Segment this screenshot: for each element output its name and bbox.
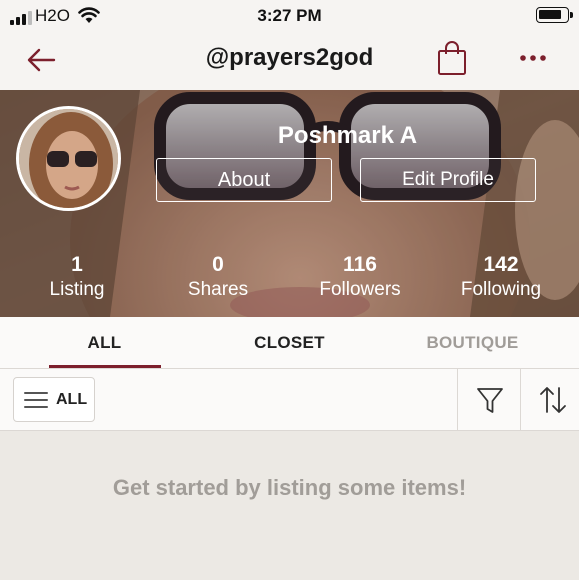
menu-icon xyxy=(24,391,48,408)
stat-value: 1 xyxy=(71,253,83,276)
stat-following[interactable]: 142 Following xyxy=(431,253,571,301)
all-filter-button[interactable]: ALL xyxy=(13,377,95,422)
filter-bar: ALL xyxy=(0,369,579,431)
stat-label: Following xyxy=(460,279,542,300)
battery-icon xyxy=(536,7,573,23)
stat-shares[interactable]: 0 Shares xyxy=(148,253,288,301)
tab-closet[interactable]: CLOSET xyxy=(193,317,386,369)
filter-icon[interactable] xyxy=(473,383,507,417)
about-button[interactable]: About xyxy=(156,158,332,202)
sort-icon[interactable] xyxy=(536,383,570,417)
tab-boutique[interactable]: BOUTIQUE xyxy=(376,317,569,369)
avatar[interactable] xyxy=(16,106,121,211)
tab-all[interactable]: ALL xyxy=(8,317,201,369)
page-title: @prayers2god xyxy=(205,44,374,71)
stat-value: 142 xyxy=(483,253,519,276)
active-tab-indicator xyxy=(49,365,161,368)
edit-profile-button[interactable]: Edit Profile xyxy=(360,158,536,202)
stat-value: 0 xyxy=(212,253,224,276)
stat-label: Shares xyxy=(187,279,249,300)
stat-label: Listing xyxy=(49,279,105,300)
more-icon[interactable] xyxy=(515,48,551,68)
empty-state-message: Get started by listing some items! xyxy=(112,475,467,500)
profile-header: Poshmark A About Edit Profile 1 Listing … xyxy=(0,90,579,317)
status-bar: H2O 3:27 PM xyxy=(0,0,579,30)
shopping-bag-icon[interactable] xyxy=(436,40,468,76)
divider xyxy=(520,369,521,431)
closet-tabs: ALL CLOSET BOUTIQUE xyxy=(0,317,579,369)
stat-followers[interactable]: 116 Followers xyxy=(290,253,430,301)
status-time: 3:27 PM xyxy=(257,6,322,25)
nav-bar: @prayers2god xyxy=(0,30,579,90)
divider xyxy=(457,369,458,431)
stat-value: 116 xyxy=(343,253,377,276)
stat-listing[interactable]: 1 Listing xyxy=(7,253,147,301)
stat-label: Followers xyxy=(319,279,401,300)
listings-area: Get started by listing some items! xyxy=(0,431,579,580)
profile-name: Poshmark A xyxy=(277,122,418,149)
all-filter-label: ALL xyxy=(56,390,88,408)
